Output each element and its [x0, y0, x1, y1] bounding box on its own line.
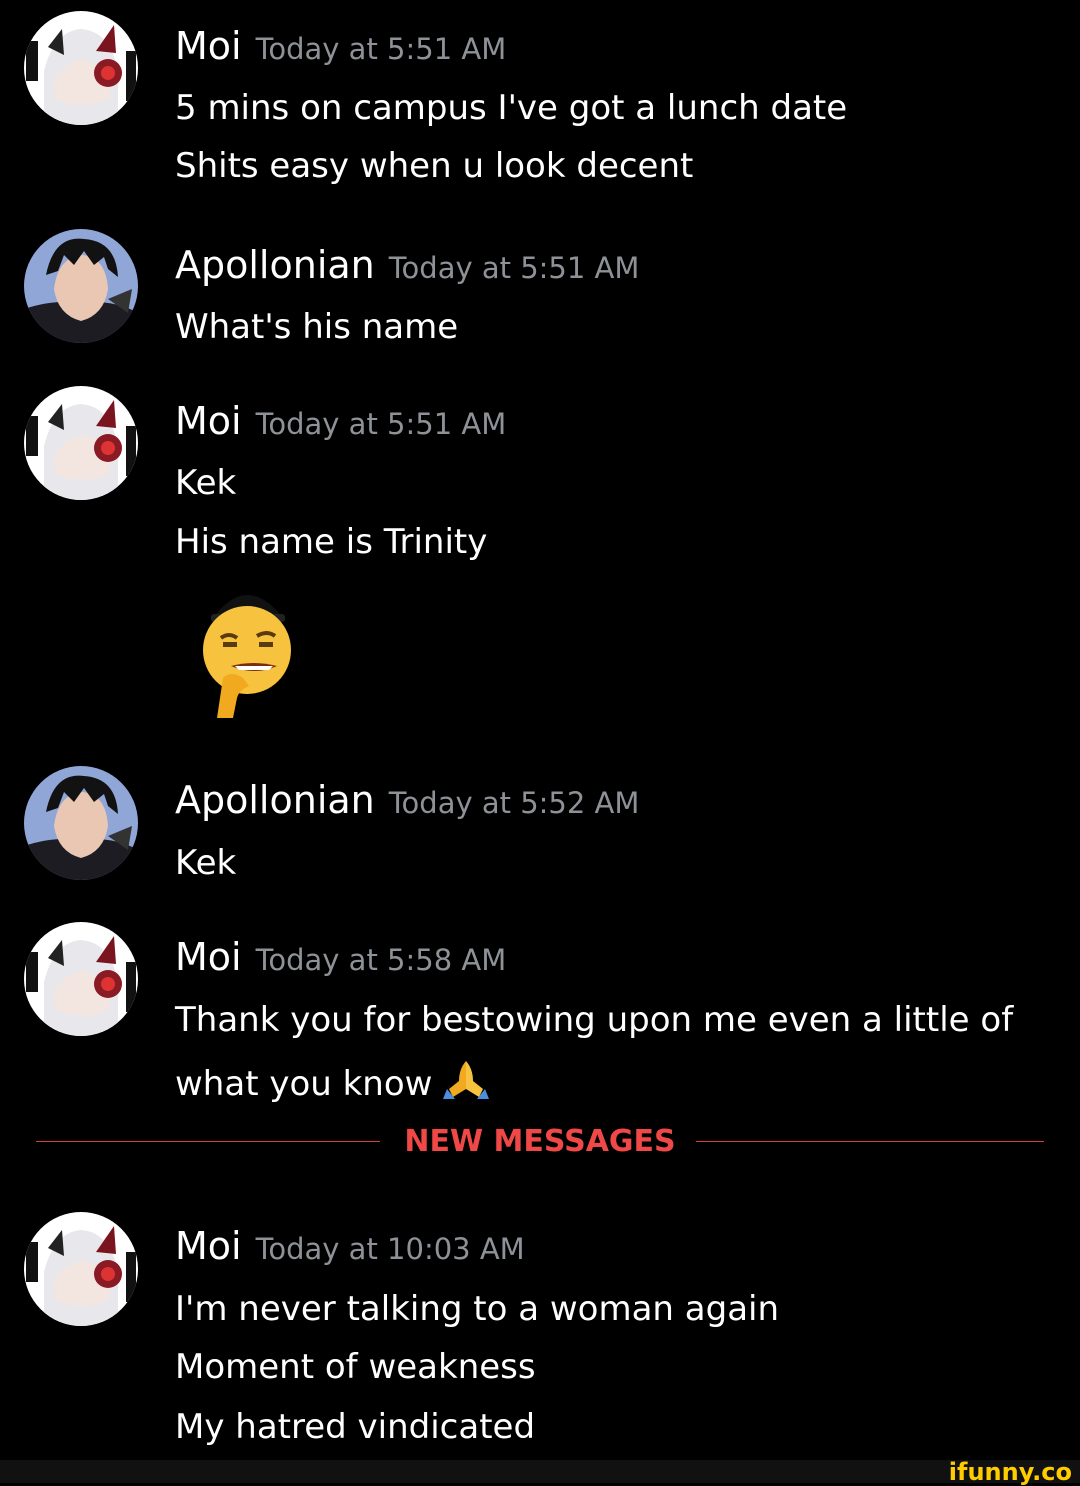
message-text: 5 mins on campus I've got a lunch date — [175, 88, 848, 128]
message-header: Moi Today at 10:03 AM — [175, 1224, 525, 1268]
folded-hands-emoji — [443, 1059, 490, 1099]
message-text: What's his name — [175, 307, 459, 347]
username[interactable]: Apollonian — [175, 778, 375, 822]
message-text: Shits easy when u look decent — [175, 146, 694, 186]
message-text: His name is Trinity — [175, 522, 488, 562]
apollonian-avatar[interactable] — [24, 229, 138, 343]
timestamp: Today at 5:52 AM — [388, 786, 640, 820]
message-header: Moi Today at 5:51 AM — [175, 399, 506, 443]
avatar-image — [24, 229, 138, 343]
avatar-image — [24, 1212, 138, 1326]
message-header: Apollonian Today at 5:51 AM — [175, 243, 639, 287]
message-text: Moment of weakness — [175, 1347, 536, 1387]
timestamp: Today at 5:51 AM — [255, 32, 507, 66]
message-text: I'm never talking to a woman again — [175, 1289, 780, 1329]
footer-bar — [0, 1460, 1080, 1483]
username[interactable]: Moi — [175, 935, 242, 979]
message-text: Thank you for bestowing upon me even a l… — [175, 1000, 1014, 1040]
message-text: Kek — [175, 843, 237, 883]
username[interactable]: Moi — [175, 1224, 242, 1268]
moi-avatar[interactable] — [24, 11, 138, 125]
timestamp: Today at 5:51 AM — [388, 251, 640, 285]
username[interactable]: Apollonian — [175, 243, 375, 287]
message-header: Moi Today at 5:58 AM — [175, 935, 506, 979]
timestamp: Today at 10:03 AM — [255, 1232, 525, 1266]
message-text: My hatred vindicated — [175, 1407, 536, 1447]
ifunny-watermark: ifunny.co — [948, 1458, 1072, 1486]
avatar-image — [24, 11, 138, 125]
message-header: Moi Today at 5:51 AM — [175, 24, 506, 68]
timestamp: Today at 5:58 AM — [255, 943, 507, 977]
moi-avatar[interactable] — [24, 1212, 138, 1326]
thinking-face-with-cap-emoji — [195, 578, 300, 718]
moi-avatar[interactable] — [24, 386, 138, 500]
message-text: what you know — [175, 1064, 433, 1104]
message-header: Apollonian Today at 5:52 AM — [175, 778, 639, 822]
username[interactable]: Moi — [175, 399, 242, 443]
username[interactable]: Moi — [175, 24, 242, 68]
message-text: Kek — [175, 463, 237, 503]
timestamp: Today at 5:51 AM — [255, 407, 507, 441]
new-messages-divider: NEW MESSAGES — [404, 1124, 676, 1159]
moi-avatar[interactable] — [24, 922, 138, 1036]
avatar-image — [24, 386, 138, 500]
apollonian-avatar[interactable] — [24, 766, 138, 880]
avatar-image — [24, 922, 138, 1036]
message-text-with-emoji: what you know — [175, 1059, 490, 1104]
avatar-image — [24, 766, 138, 880]
